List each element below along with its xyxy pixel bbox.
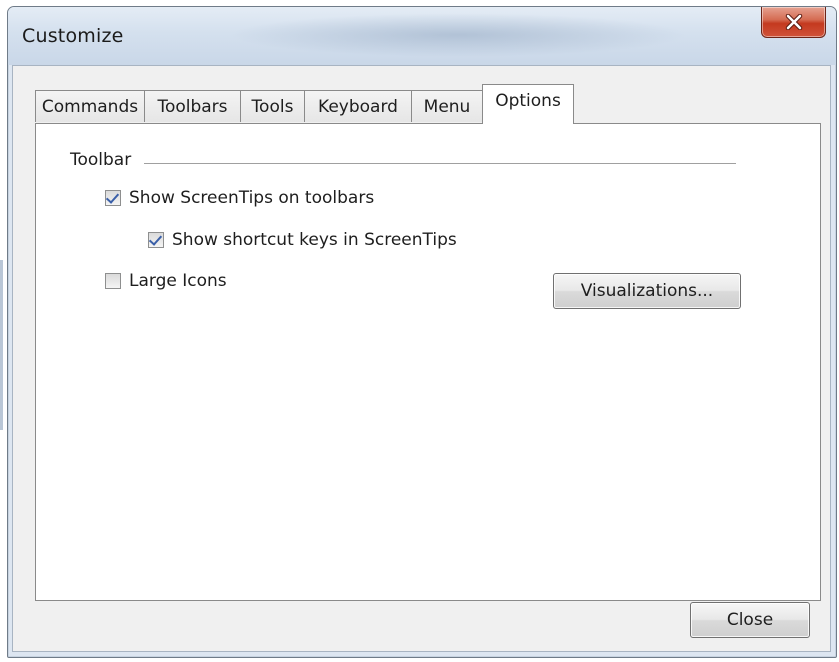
show-shortcut-keys-checkbox[interactable] — [148, 232, 164, 248]
toolbar-group-label: Toolbar — [70, 150, 136, 170]
show-shortcut-keys-label: Show shortcut keys in ScreenTips — [172, 230, 457, 250]
dialog-title: Customize — [22, 25, 124, 47]
title-bar-glass — [228, 13, 688, 57]
show-screentips-option[interactable]: Show ScreenTips on toolbars — [105, 188, 374, 208]
tab-keyboard[interactable]: Keyboard — [304, 90, 412, 122]
dialog-client-area: Commands Toolbars Tools Keyboard Menu Op… — [12, 65, 831, 652]
tab-options[interactable]: Options — [482, 84, 574, 124]
show-screentips-label: Show ScreenTips on toolbars — [129, 188, 375, 208]
window-edge-decoration — [0, 260, 3, 430]
visualizations-button[interactable]: Visualizations... — [553, 273, 741, 309]
tab-commands[interactable]: Commands — [35, 90, 145, 122]
title-bar[interactable]: Customize — [8, 7, 836, 65]
options-panel: Toolbar Show ScreenTips on toolbars Show… — [35, 123, 821, 601]
group-divider — [144, 163, 736, 164]
large-icons-label: Large Icons — [129, 271, 227, 291]
close-x-icon — [785, 14, 802, 30]
window-close-button[interactable] — [761, 7, 826, 38]
tab-tools[interactable]: Tools — [240, 90, 305, 122]
customize-dialog: Customize Commands Toolbars Tools Keyboa… — [7, 6, 837, 658]
tab-menu[interactable]: Menu — [411, 90, 483, 122]
tab-toolbars[interactable]: Toolbars — [144, 90, 241, 122]
close-button[interactable]: Close — [690, 602, 810, 638]
large-icons-option[interactable]: Large Icons — [105, 271, 227, 291]
large-icons-checkbox[interactable] — [105, 273, 121, 289]
show-shortcut-keys-option[interactable]: Show shortcut keys in ScreenTips — [148, 230, 457, 250]
show-screentips-checkbox[interactable] — [105, 190, 121, 206]
